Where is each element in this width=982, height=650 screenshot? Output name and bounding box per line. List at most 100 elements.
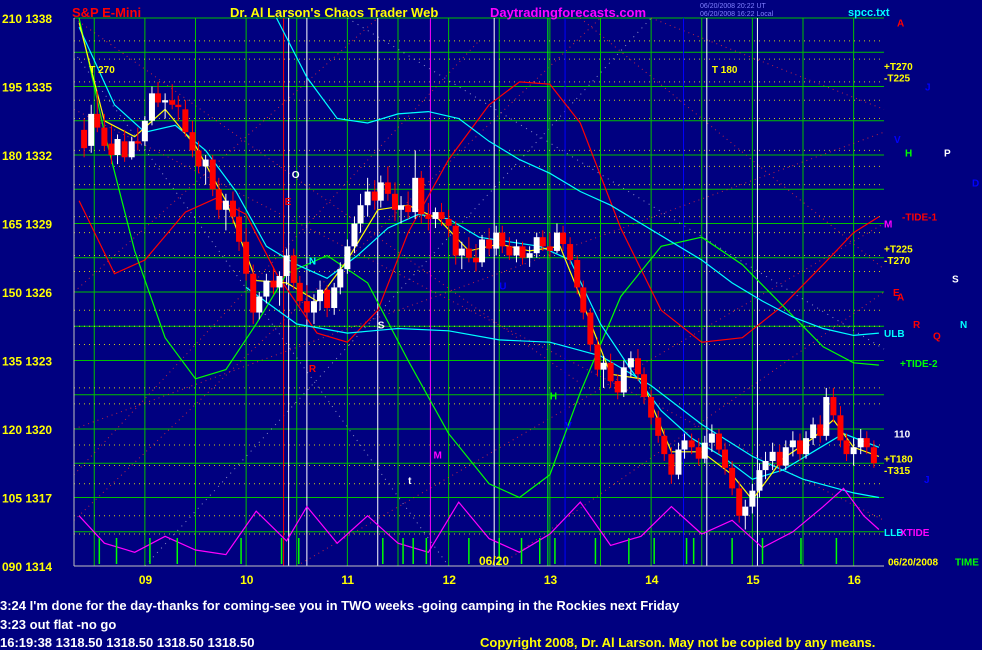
candle-body <box>810 424 817 439</box>
right-label: +T180 <box>884 455 913 466</box>
right-label: ULB <box>884 329 905 340</box>
candle-body <box>209 159 216 190</box>
candle-body <box>81 129 88 149</box>
candle-body <box>364 191 371 206</box>
candle-body <box>553 232 560 251</box>
candle-body <box>634 358 641 375</box>
candle-body <box>458 248 465 256</box>
candle-body <box>148 93 155 121</box>
right-label: S <box>952 274 959 285</box>
candle-body <box>229 200 236 217</box>
right-label: A <box>897 293 904 304</box>
candle-body <box>729 467 736 489</box>
y-tick-label: 135 1323 <box>2 355 52 369</box>
candle-body <box>843 440 850 455</box>
candle-body <box>195 150 202 167</box>
symbol-title: S&P E-Mini <box>72 5 141 20</box>
inner-label: T 180 <box>712 65 738 76</box>
candle-body <box>270 280 277 288</box>
candle-body <box>303 301 310 313</box>
candle-body <box>182 109 189 133</box>
candle-body <box>539 237 546 247</box>
inner-label: E <box>285 197 292 208</box>
y-tick-label: 180 1332 <box>2 149 52 163</box>
candle-body <box>236 216 243 242</box>
candle-body <box>567 244 574 261</box>
candle-body <box>736 488 743 516</box>
candle-body <box>472 257 479 263</box>
candle-body <box>546 246 553 251</box>
candle-body <box>641 374 648 398</box>
candle-body <box>418 177 425 215</box>
y-tick-label: 165 1329 <box>2 218 52 232</box>
candle-body <box>141 120 148 142</box>
right-label: 110 <box>894 430 911 441</box>
candle-body <box>391 193 398 210</box>
candle-body <box>607 362 614 382</box>
right-label: P <box>944 149 951 160</box>
candle-body <box>169 100 176 105</box>
footer-quote: 16:19:38 1318.50 1318.50 1318.50 1318.50 <box>0 635 255 650</box>
candle-body <box>202 159 209 167</box>
candle-body <box>357 205 364 224</box>
right-label: J <box>924 475 930 486</box>
candle-body <box>215 189 222 210</box>
x-axis: 09 10 11 12 13 14 15 16 <box>139 573 861 587</box>
candle-body <box>499 232 506 247</box>
candle-body <box>823 397 830 436</box>
footer-copyright: Copyright 2008, Dr. Al Larson. May not b… <box>480 635 876 650</box>
candle-body <box>594 344 601 370</box>
candle-body <box>850 447 857 455</box>
right-label: A <box>897 19 904 30</box>
right-label: R <box>913 320 921 331</box>
candle-body <box>256 296 263 313</box>
candle-body <box>580 287 587 313</box>
candle-body <box>384 182 391 194</box>
right-label: -T225 <box>884 73 911 84</box>
candle-body <box>479 239 486 263</box>
candle-body <box>857 438 864 448</box>
x-tick-label: 13 <box>544 573 558 587</box>
candle-body <box>506 246 513 256</box>
candle-body <box>681 440 688 450</box>
right-label: -TIDE-1 <box>902 213 937 224</box>
candle-body <box>162 100 169 103</box>
y-tick-label: 195 1335 <box>2 81 52 95</box>
right-label: J <box>925 83 931 94</box>
right-label: D <box>972 178 979 189</box>
candle-body <box>863 438 870 448</box>
candle-body <box>655 417 662 436</box>
y-axis: 090 1314 105 1317 120 1320 135 1323 150 1326… <box>2 12 52 574</box>
candle-body <box>513 246 520 256</box>
candle-body <box>175 104 182 108</box>
candle-body <box>263 280 270 297</box>
candle-body <box>432 212 439 219</box>
candle-body <box>155 93 162 103</box>
candle-body <box>290 255 297 283</box>
y-tick-label: 090 1314 <box>2 560 52 574</box>
inner-label: U <box>499 282 506 293</box>
right-labels: A+T270-T225JVH PDM-TIDE-1+T225-T270SEAR NU… <box>884 19 979 569</box>
candle-body <box>276 276 283 288</box>
candle-body <box>789 440 796 448</box>
timestamp-ut: 06/20/2008 20:22 UT <box>700 3 766 10</box>
inner-label: M <box>433 451 441 462</box>
candle-body <box>243 241 250 274</box>
candle-body <box>675 449 682 475</box>
y-tick-label: 150 1326 <box>2 286 52 300</box>
candle-body <box>574 260 581 288</box>
candle-body <box>533 237 540 254</box>
x-tick-label: 14 <box>645 573 659 587</box>
candle-body <box>742 506 749 516</box>
right-label: H <box>905 149 912 160</box>
candle-body <box>337 269 344 288</box>
candle-body <box>486 239 493 249</box>
candle-body <box>796 440 803 455</box>
x-tick-label: 10 <box>240 573 254 587</box>
x-tick-label: 12 <box>443 573 457 587</box>
footer-line-2: 3:23 out flat -no go <box>0 617 117 632</box>
right-label: TIME <box>955 557 979 568</box>
candle-body <box>101 127 108 146</box>
price-chart: T 270 T 180OENSRUHMtV A+T270-T225JVH PDM-T… <box>2 3 979 587</box>
candle-body <box>371 191 378 201</box>
